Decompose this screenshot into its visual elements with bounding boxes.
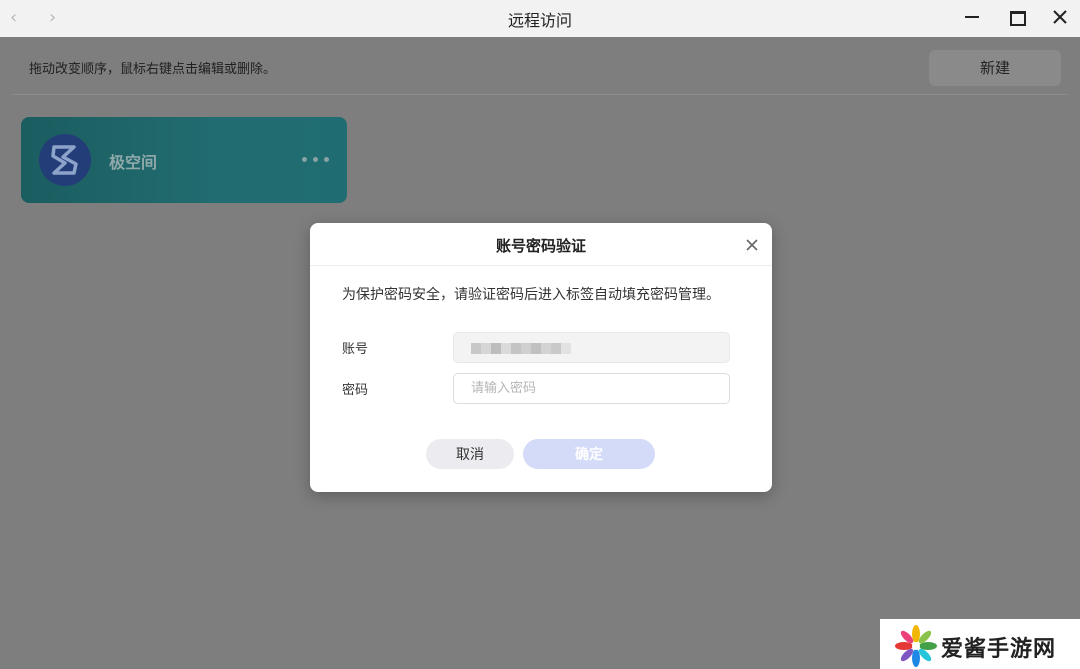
close-window-icon[interactable] — [1049, 6, 1071, 28]
watermark-text: 爱酱手游网 — [941, 637, 1057, 662]
redacted-account-value — [471, 343, 571, 354]
account-label: 账号 — [342, 342, 369, 357]
divider — [12, 94, 1068, 95]
card-label: 极空间 — [109, 153, 158, 172]
password-input[interactable] — [453, 373, 730, 404]
instruction-text: 拖动改变顺序，鼠标右键点击编辑或删除。 — [29, 62, 277, 77]
cancel-button[interactable]: 取消 — [426, 439, 514, 469]
dialog-divider — [310, 265, 772, 266]
watermark: 爱酱手游网 — [880, 619, 1080, 669]
maximize-icon[interactable] — [1005, 6, 1027, 28]
dialog-title: 账号密码验证 — [495, 237, 586, 255]
close-icon[interactable] — [744, 237, 760, 253]
dialog-message: 为保护密码安全，请验证密码后进入标签自动填充密码管理。 — [342, 287, 720, 303]
flower-logo-icon — [895, 625, 937, 667]
confirm-button[interactable]: 确定 — [523, 439, 655, 469]
window-title: 远程访问 — [507, 11, 572, 30]
account-field — [453, 332, 730, 363]
auth-dialog: 账号密码验证 为保护密码安全，请验证密码后进入标签自动填充密码管理。 账号 密码… — [310, 223, 772, 492]
remote-card[interactable]: 极空间 — [21, 117, 347, 203]
minimize-icon[interactable] — [961, 6, 983, 28]
password-label: 密码 — [342, 383, 369, 398]
new-button[interactable]: 新建 — [929, 50, 1061, 86]
more-options-icon[interactable] — [300, 144, 332, 174]
zspace-logo-icon — [39, 134, 91, 186]
title-bar: ‹ › 远程访问 — [0, 0, 1080, 37]
